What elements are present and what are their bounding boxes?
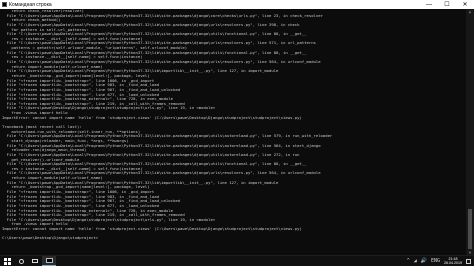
system-tray: ^ ◢ 🔊 ENG 21:18 26.04.2019: [405, 256, 474, 266]
console-line: C:\Users\pawe\Desktop\Django\studproject…: [2, 236, 99, 241]
vertical-scrollbar[interactable]: ▲ ▼: [466, 9, 474, 255]
clock-date: 26.04.2019: [444, 261, 462, 265]
terminal-icon: [45, 258, 53, 263]
language-indicator[interactable]: ENG: [431, 258, 440, 264]
search-button[interactable]: [14, 256, 28, 266]
console-output[interactable]: return check_resolver(resolver) File "C:…: [0, 9, 466, 255]
network-icon[interactable]: ◢: [414, 258, 417, 264]
taskbar-cmd-button[interactable]: [42, 256, 56, 266]
scroll-up-arrow-icon[interactable]: ▲: [467, 9, 473, 14]
scrollbar-thumb[interactable]: [468, 209, 472, 249]
minimize-button[interactable]: —: [420, 0, 438, 9]
notifications-icon[interactable]: [466, 258, 471, 264]
cmd-icon: [2, 2, 7, 7]
window-title: Командная строка: [9, 1, 52, 8]
maximize-button[interactable]: ☐: [438, 0, 456, 9]
windows-logo-icon: [3, 257, 11, 265]
clock[interactable]: 21:18 26.04.2019: [444, 257, 462, 265]
close-button[interactable]: ✕: [456, 0, 474, 9]
volume-icon[interactable]: 🔊: [421, 258, 427, 264]
taskbar: ^ ◢ 🔊 ENG 21:18 26.04.2019: [0, 255, 474, 266]
search-icon: [18, 258, 24, 264]
tray-overflow-icon[interactable]: ^: [407, 258, 410, 264]
task-view-button[interactable]: [28, 256, 42, 266]
start-button[interactable]: [0, 256, 14, 266]
task-view-icon: [32, 259, 38, 263]
title-bar: Командная строка — ☐ ✕: [0, 0, 474, 9]
